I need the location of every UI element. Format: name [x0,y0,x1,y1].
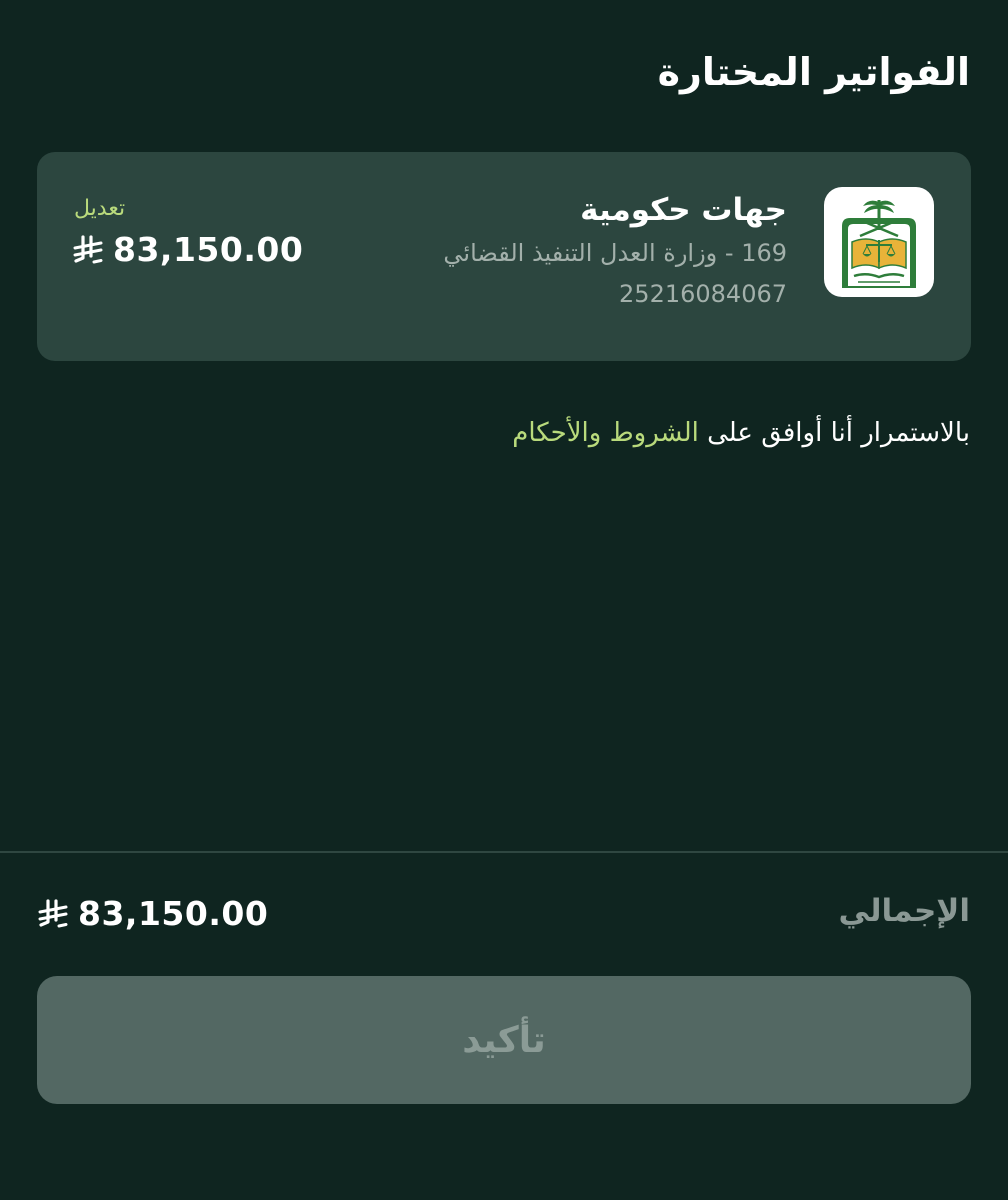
divider [0,851,1008,853]
bills-confirmation-screen: الفواتير المختارة جهات حكومية 169 - وزار… [0,0,1008,1200]
bill-amount: 83,150.00 [73,230,303,269]
terms-agreement: بالاستمرار أنا أوافق على الشروط والأحكام [512,418,970,448]
total-label: الإجمالي [838,893,970,929]
biller-service: 169 - وزارة العدل التنفيذ القضائي [443,239,787,267]
page-title: الفواتير المختارة [657,50,970,94]
edit-link[interactable]: تعديل [74,196,125,221]
terms-text: بالاستمرار أنا أوافق على [698,418,970,448]
riyal-symbol-icon [38,898,68,927]
biller-logo [824,187,934,297]
bill-amount-value: 83,150.00 [113,230,304,269]
ministry-of-justice-logo-icon [842,200,916,288]
bill-card: جهات حكومية 169 - وزارة العدل التنفيذ ال… [37,152,971,361]
bill-number: 25216084067 [619,280,787,308]
total-amount: 83,150.00 [38,894,268,933]
total-amount-value: 83,150.00 [78,894,269,933]
bill-info: جهات حكومية 169 - وزارة العدل التنفيذ ال… [443,188,787,314]
biller-name: جهات حكومية [580,192,787,228]
terms-and-conditions-link[interactable]: الشروط والأحكام [512,418,699,448]
riyal-symbol-icon [73,234,103,263]
confirm-button[interactable]: تأكيد [37,976,971,1104]
